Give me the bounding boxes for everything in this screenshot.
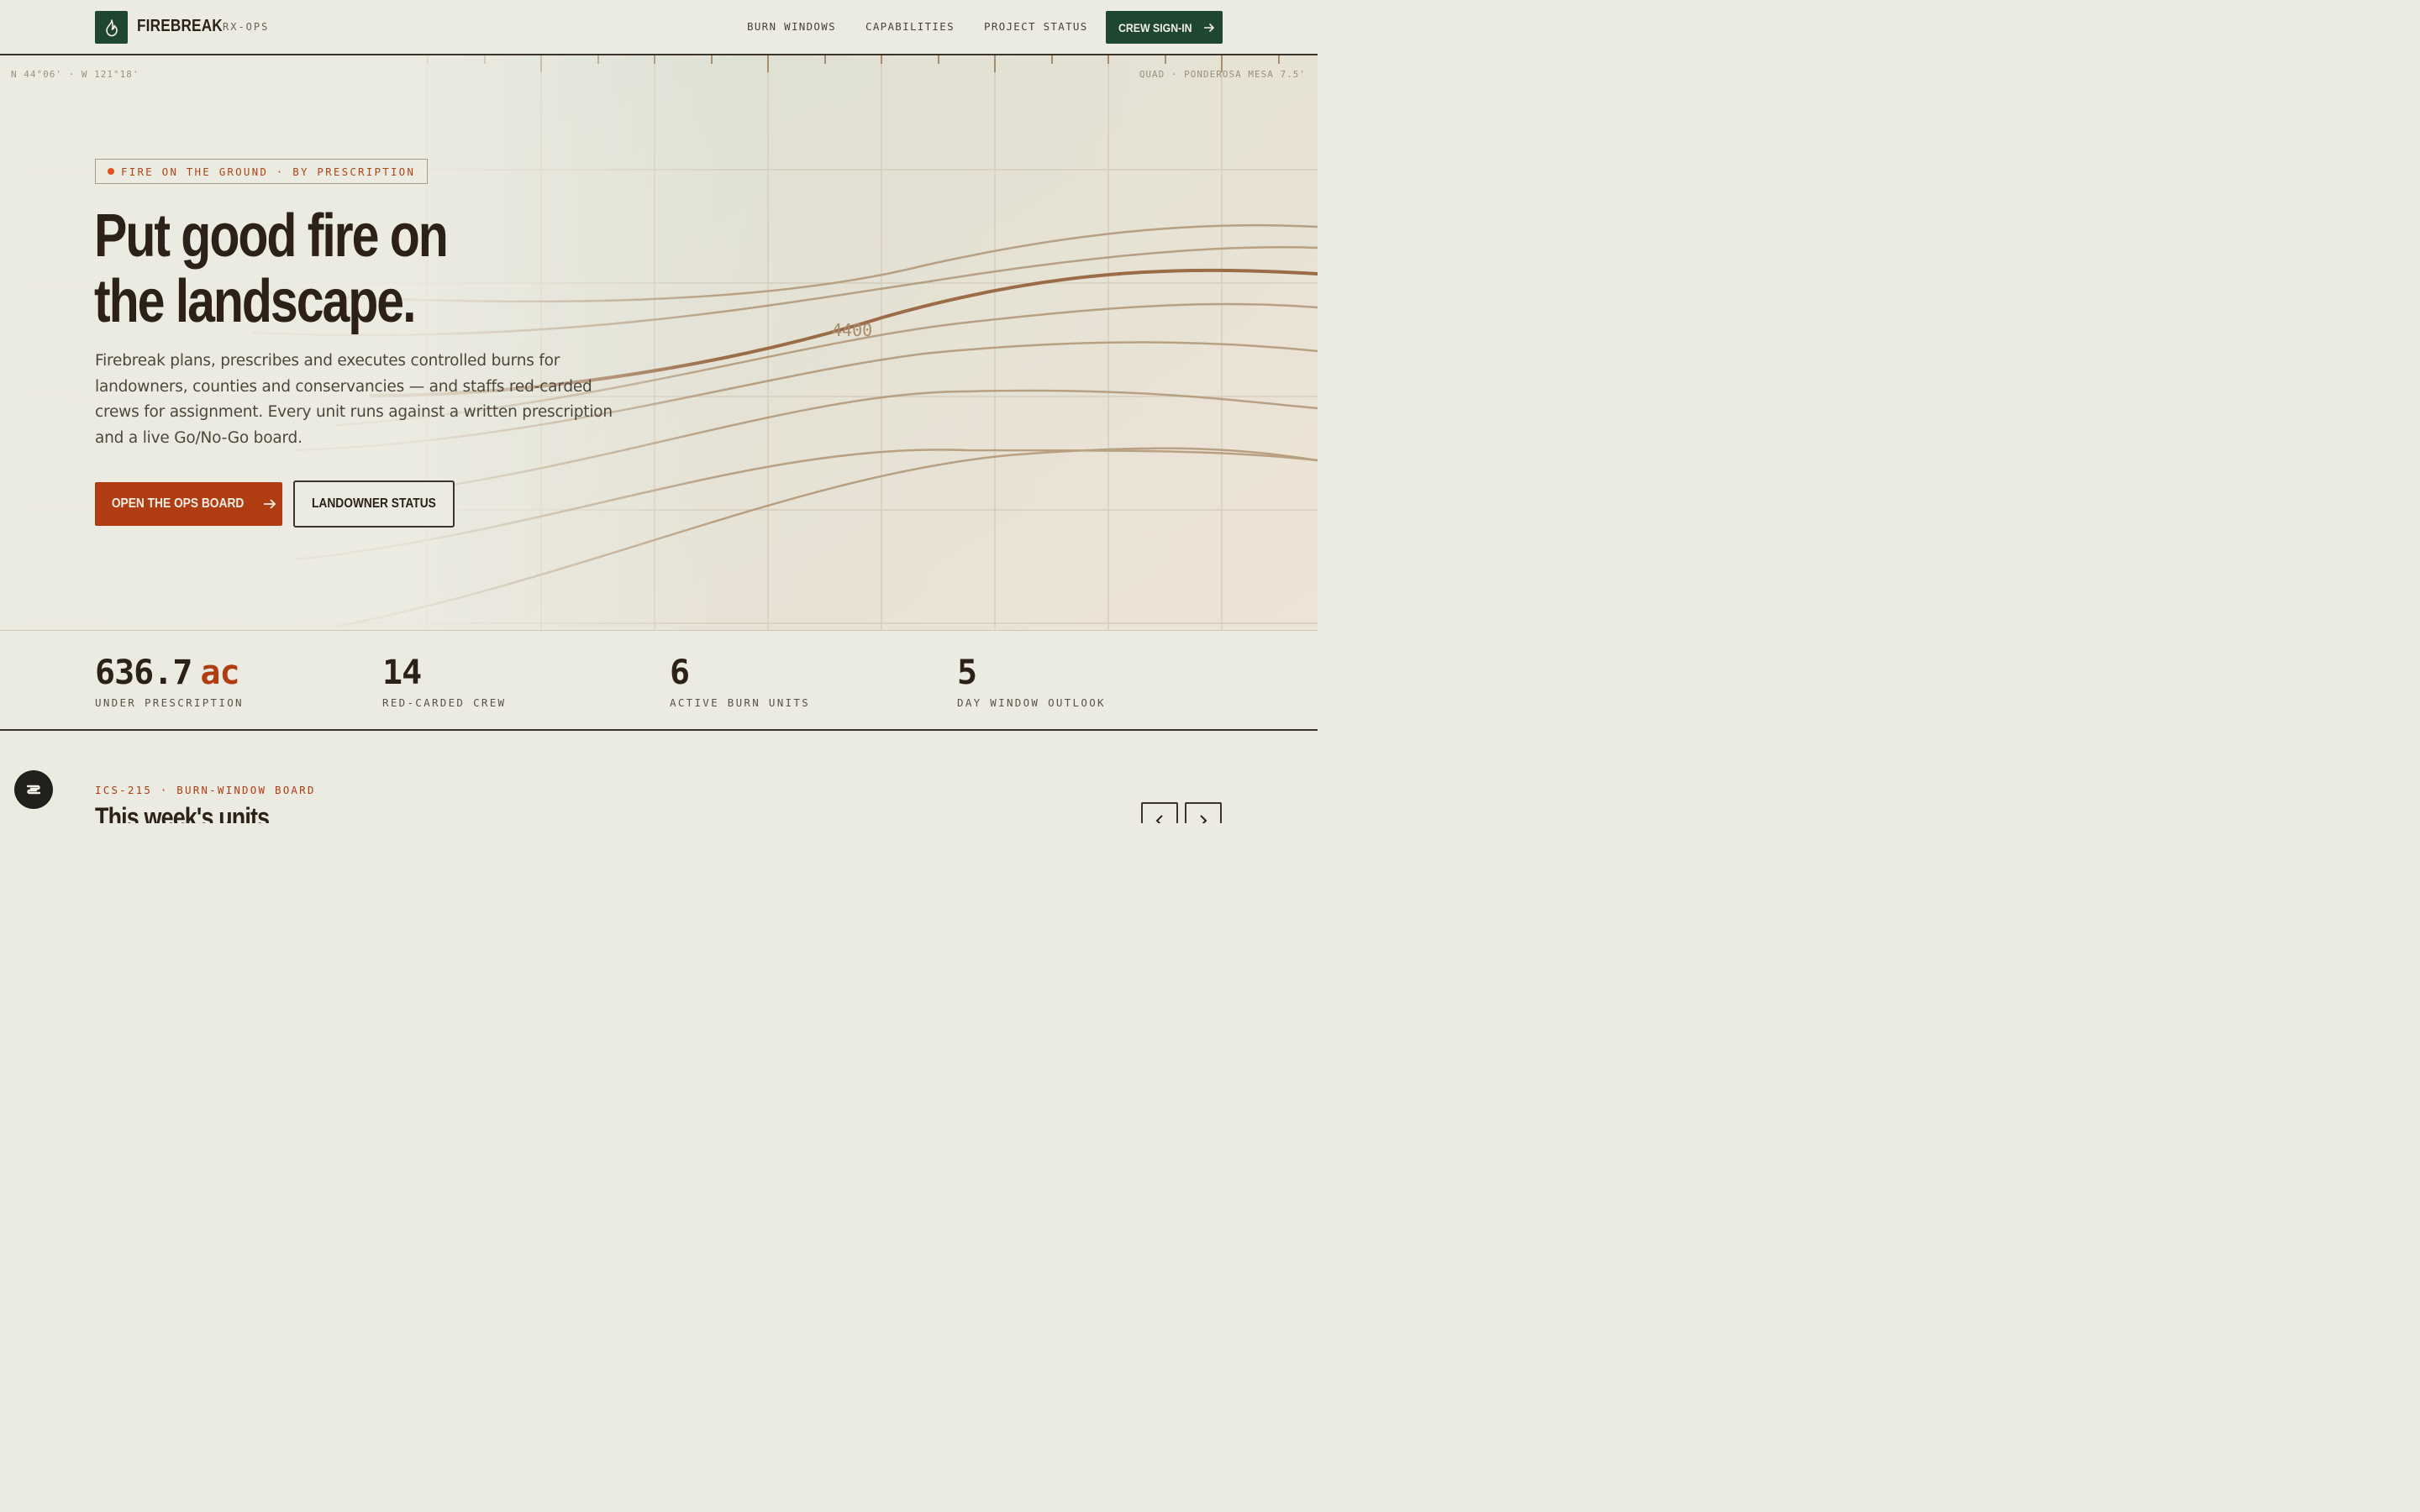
crew-sign-in-button[interactable]: CREW SIGN-IN [1106,11,1223,44]
chevron-left-icon [1155,815,1163,823]
stat-unit: ac [200,654,239,692]
open-ops-board-label: OPEN THE OPS BOARD [111,496,245,511]
contour-elevation-label: 4400 [832,320,872,340]
arrow-right-icon [1204,23,1215,32]
coordinates-readout: N 44°06' · W 121°18' [11,69,139,80]
topo-map-background: 4400 [0,55,1318,630]
assistant-launcher-button[interactable] [14,770,53,809]
site-header: FIREBREAK RX-OPS BURN WINDOWS CAPABILITI… [0,0,1318,55]
carousel-next-button[interactable] [1185,802,1222,823]
landowner-status-button[interactable]: LANDOWNER STATUS [293,480,455,528]
stat-value: 14 [382,654,422,692]
hero-section: 4400 N 44°06' · W 121°18' QUAD · PONDERO… [0,55,1318,630]
hero-tag-label: FIRE ON THE GROUND · BY PRESCRIPTION [121,165,416,178]
crew-sign-in-label: CREW SIGN-IN [1118,20,1192,34]
stat-label: RED-CARDED CREW [382,696,507,709]
stat-burn-units: 6 ACTIVE BURN UNITS [670,653,810,709]
assistant-icon [26,785,41,795]
page: FIREBREAK RX-OPS BURN WINDOWS CAPABILITI… [0,0,1318,823]
nav-project-status[interactable]: PROJECT STATUS [984,20,1088,33]
stat-acres: 636.7 ac UNDER PRESCRIPTION [95,653,244,709]
burn-window-section: ICS-215 · BURN-WINDOW BOARD This week's … [0,731,1318,823]
stat-window-outlook: 5 DAY WINDOW OUTLOOK [957,653,1106,709]
section-title: This week's units [95,802,270,823]
carousel-prev-button[interactable] [1141,802,1178,823]
arrow-right-icon [264,499,276,509]
status-dot-icon [108,168,114,175]
nav-capabilities[interactable]: CAPABILITIES [865,20,955,33]
stats-bar: 636.7 ac UNDER PRESCRIPTION 14 RED-CARDED… [0,630,1318,731]
headline-line-1: Put good fire on [94,202,449,270]
hero-tag: FIRE ON THE GROUND · BY PRESCRIPTION [95,159,429,184]
brand-subtitle: RX-OPS [223,21,270,33]
quad-readout: QUAD · PONDEROSA MESA 7.5' [1139,69,1306,80]
stat-label: UNDER PRESCRIPTION [95,696,244,709]
nav-burn-windows[interactable]: BURN WINDOWS [747,20,836,33]
brand-name[interactable]: FIREBREAK [137,17,223,36]
stat-value: 6 [670,654,690,692]
logo[interactable] [95,11,128,44]
flame-icon [105,18,118,36]
open-ops-board-button[interactable]: OPEN THE OPS BOARD [95,482,282,526]
stat-label: DAY WINDOW OUTLOOK [957,696,1106,709]
stat-value: 636.7 ac [95,654,240,692]
section-kicker: ICS-215 · BURN-WINDOW BOARD [95,784,316,796]
stat-value: 5 [957,654,977,692]
headline-line-2: the landscape. [94,268,416,335]
hero-headline: Put good fire on the landscape. [94,203,521,334]
hero-description: Firebreak plans, prescribes and executes… [95,352,613,447]
stat-label: ACTIVE BURN UNITS [670,696,811,709]
chevron-right-icon [1200,815,1207,823]
stat-crew: 14 RED-CARDED CREW [382,653,506,709]
landowner-status-label: LANDOWNER STATUS [312,496,436,511]
